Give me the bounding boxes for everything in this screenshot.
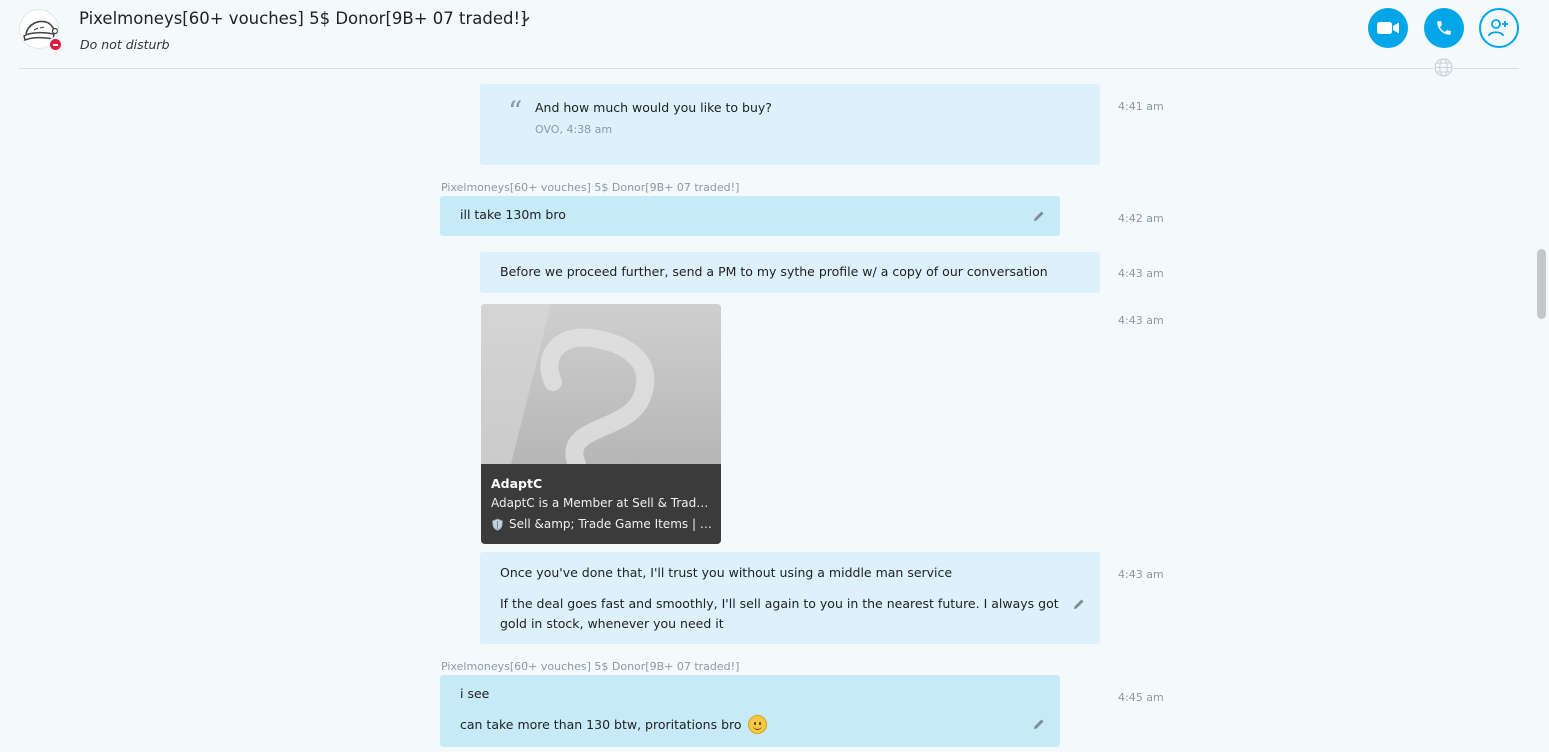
add-people-icon: [1488, 19, 1508, 37]
edited-pencil-icon: [1034, 719, 1044, 729]
header-divider: [19, 68, 1519, 69]
message-timestamp: 4:43 am: [1118, 568, 1164, 581]
chevron-down-icon[interactable]: [521, 14, 531, 24]
message-timestamp: 4:43 am: [1118, 267, 1164, 280]
link-preview-info: AdaptC AdaptC is a Member at Sell & Trad…: [481, 464, 721, 544]
quoted-text: And how much would you like to buy?: [535, 100, 772, 115]
message-text: can take more than 130 btw, proritations…: [460, 717, 742, 732]
edited-pencil-icon: [1074, 599, 1084, 609]
message-timestamp: 4:43 am: [1118, 314, 1164, 327]
edited-pencil-icon: [1034, 211, 1044, 221]
message-bubble-quote[interactable]: “ And how much would you like to buy? OV…: [480, 84, 1100, 165]
globe-icon[interactable]: [1433, 57, 1454, 78]
shield-icon: [492, 518, 503, 531]
message-text: Once you've done that, I'll trust you wi…: [500, 565, 953, 580]
scrollbar-thumb[interactable]: [1537, 249, 1546, 319]
audio-call-button[interactable]: [1424, 8, 1464, 48]
quoted-meta: OVO, 4:38 am: [535, 123, 613, 136]
chat-header: Pixelmoneys[60+ vouches] 5$ Donor[9B+ 07…: [0, 0, 1549, 69]
link-preview-image: [481, 304, 721, 473]
message-sender: Pixelmoneys[60+ vouches] 5$ Donor[9B+ 07…: [441, 181, 740, 194]
message-timestamp: 4:41 am: [1118, 100, 1164, 113]
presence-status: Do not disturb: [80, 37, 170, 52]
link-preview-description: AdaptC is a Member at Sell & Trade Game …: [491, 496, 713, 510]
smile-emoji-icon: [747, 715, 767, 734]
do-not-disturb-status-icon: [48, 37, 63, 52]
message-text: i see: [460, 686, 490, 701]
contact-name[interactable]: Pixelmoneys[60+ vouches] 5$ Donor[9B+ 07…: [79, 9, 527, 28]
video-call-icon: [1377, 22, 1399, 34]
message-timestamp: 4:42 am: [1118, 212, 1164, 225]
message-text: If the deal goes fast and smoothly, I'll…: [500, 596, 1059, 631]
audio-call-icon: [1437, 21, 1451, 35]
video-call-button[interactable]: [1368, 8, 1408, 48]
message-bubble[interactable]: Before we proceed further, send a PM to …: [480, 252, 1100, 293]
link-preview-site-text: Sell &amp; Trade Game Items | RuneScape …: [509, 517, 713, 531]
link-preview-site: Sell &amp; Trade Game Items | RuneScape …: [491, 517, 713, 531]
message-bubble[interactable]: ill take 130m bro: [440, 196, 1060, 236]
quote-icon: “: [508, 95, 523, 128]
message-bubble[interactable]: Once you've done that, I'll trust you wi…: [480, 552, 1100, 644]
add-people-button[interactable]: [1479, 8, 1519, 48]
message-bubble[interactable]: i see can take more than 130 btw, prorit…: [440, 675, 1060, 747]
message-timestamp: 4:45 am: [1118, 691, 1164, 704]
link-preview-title: AdaptC: [491, 476, 543, 491]
message-text: ill take 130m bro: [460, 207, 566, 222]
link-preview-card[interactable]: AdaptC AdaptC is a Member at Sell & Trad…: [481, 304, 721, 544]
message-sender: Pixelmoneys[60+ vouches] 5$ Donor[9B+ 07…: [441, 660, 740, 673]
message-text: Before we proceed further, send a PM to …: [500, 264, 1048, 279]
message-text-line: can take more than 130 btw, proritations…: [460, 715, 767, 735]
